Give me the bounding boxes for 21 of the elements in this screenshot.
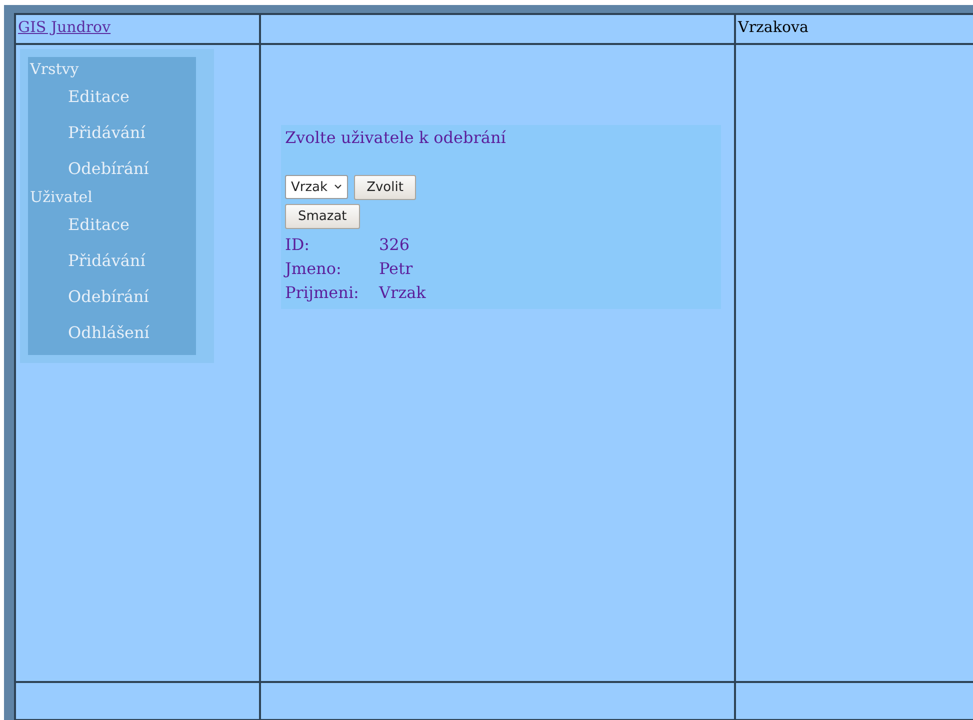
panel-title: Zvolte uživatele k odebrání <box>285 128 507 147</box>
user-select[interactable]: Vrzak <box>285 175 348 199</box>
field-label: ID: <box>285 234 311 256</box>
menu-item[interactable]: Přidávání <box>28 243 196 279</box>
field-label: Jmeno: <box>285 258 342 280</box>
field-label: Prijmeni: <box>285 282 360 304</box>
menu-item[interactable]: Odebírání <box>28 279 196 315</box>
field-value: Petr <box>379 258 414 280</box>
choose-button[interactable]: Zvolit <box>354 175 416 200</box>
menu-heading: Vrstvy <box>28 59 80 79</box>
menu-heading: Uživatel <box>29 187 94 207</box>
menu-item[interactable]: Přidávání <box>28 115 196 151</box>
user-name: Vrzakova <box>738 18 808 36</box>
field-value: Vrzak <box>379 282 427 304</box>
menu-item[interactable]: Editace <box>28 207 196 243</box>
menu-item[interactable]: Odhlášení <box>28 315 196 351</box>
menu-item[interactable]: Odebírání <box>28 151 196 187</box>
field-value: 326 <box>379 234 411 256</box>
menu-item[interactable]: Editace <box>28 79 196 115</box>
delete-button[interactable]: Smazat <box>285 204 360 229</box>
caret-icon <box>334 184 342 190</box>
